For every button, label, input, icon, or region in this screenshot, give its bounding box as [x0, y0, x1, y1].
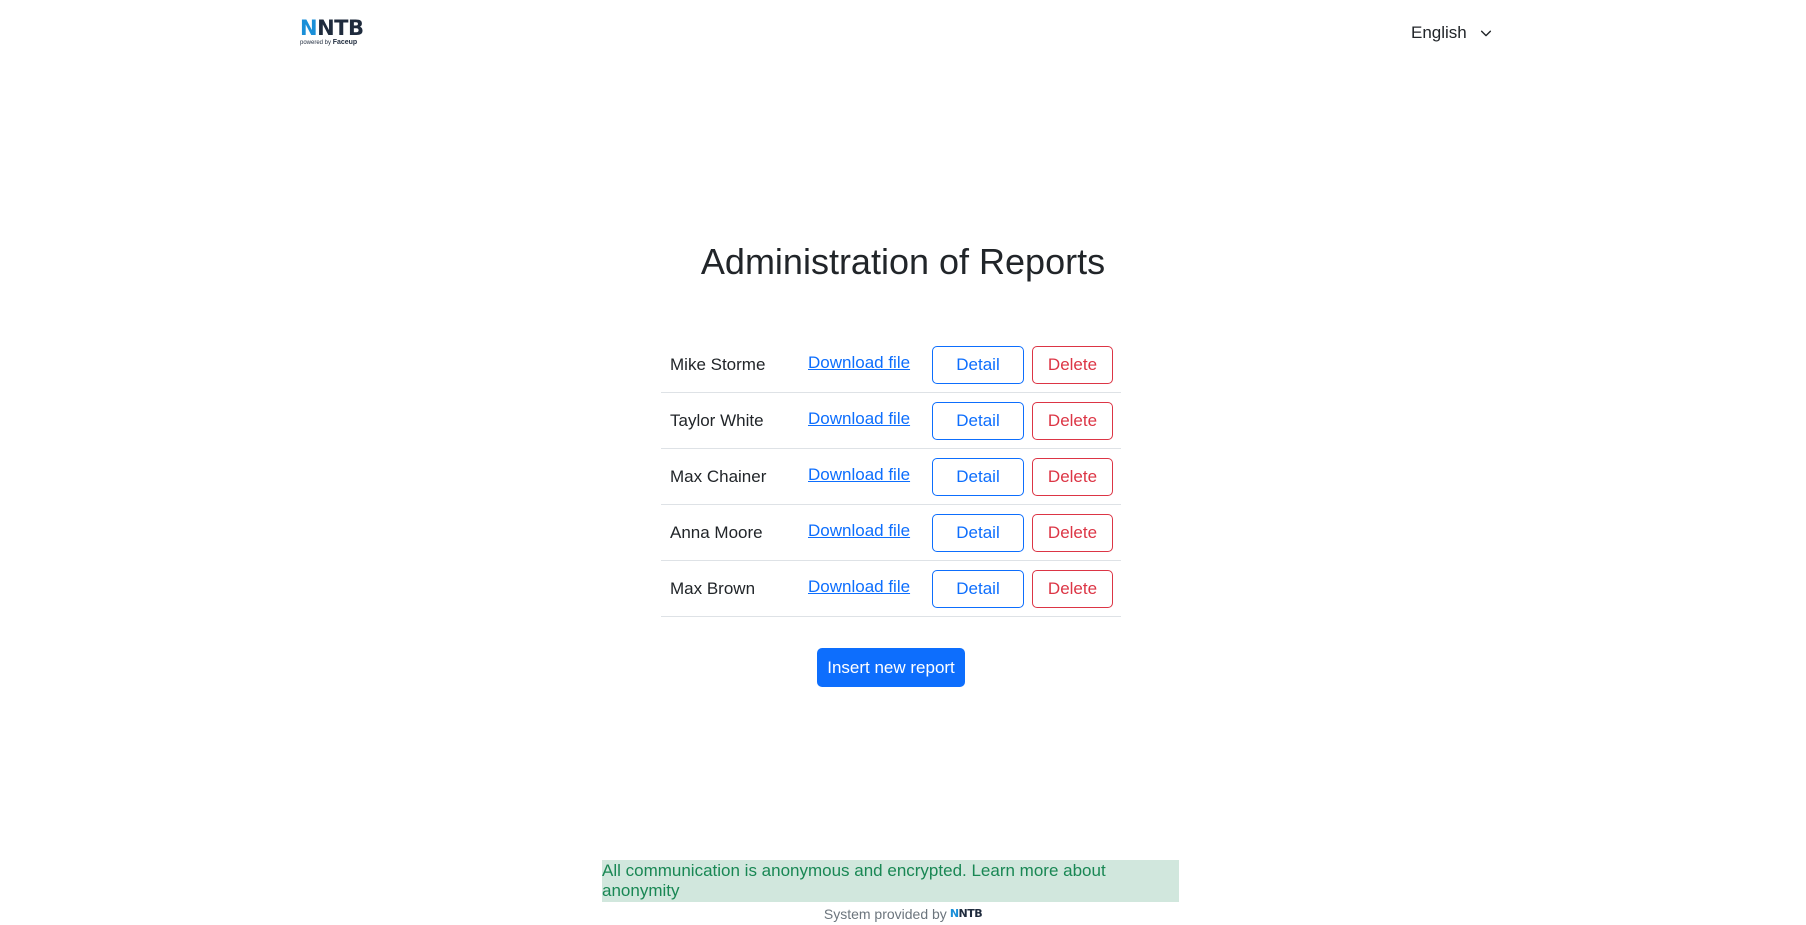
footer-logo: NNTB — [949, 907, 983, 920]
detail-button[interactable]: Detail — [932, 401, 1024, 440]
page-title: Administration of Reports — [700, 241, 1106, 282]
download-file-link[interactable]: Download file — [799, 521, 928, 541]
chevron-down-icon — [1480, 30, 1491, 37]
language-select[interactable]: English — [1411, 20, 1493, 46]
table-row: Taylor White Download file Detail Delete — [661, 393, 1121, 449]
brand-logo[interactable]: NNTB powered by Faceup — [300, 17, 366, 49]
delete-button[interactable]: Delete — [1032, 345, 1113, 384]
reports-table: Mike Storme Download file Detail Delete … — [661, 337, 1121, 617]
language-label: English — [1411, 23, 1467, 42]
report-name: Anna Moore — [670, 522, 763, 542]
anonymity-notice-text: All communication is anonymous and encry… — [602, 861, 1106, 900]
download-file-link[interactable]: Download file — [799, 577, 928, 597]
delete-button[interactable]: Delete — [1032, 513, 1113, 552]
report-name: Taylor White — [670, 410, 764, 430]
logo-tagline: powered by Faceup — [300, 39, 358, 46]
provided-by: System provided by NNTB — [0, 906, 1806, 922]
report-name: Mike Storme — [670, 354, 766, 374]
delete-button[interactable]: Delete — [1032, 569, 1113, 608]
table-row: Mike Storme Download file Detail Delete — [661, 337, 1121, 393]
download-file-link[interactable]: Download file — [799, 353, 928, 373]
provided-by-text: System provided by — [823, 906, 947, 922]
table-row: Max Brown Download file Detail Delete — [661, 561, 1121, 617]
table-row: Anna Moore Download file Detail Delete — [661, 505, 1121, 561]
table-row: Max Chainer Download file Detail Delete — [661, 449, 1121, 505]
insert-new-report-button[interactable]: Insert new report — [817, 648, 965, 687]
download-file-link[interactable]: Download file — [799, 465, 928, 485]
report-name: Max Brown — [670, 578, 756, 598]
detail-button[interactable]: Detail — [932, 513, 1024, 552]
detail-button[interactable]: Detail — [932, 345, 1024, 384]
detail-button[interactable]: Detail — [932, 457, 1024, 496]
delete-button[interactable]: Delete — [1032, 401, 1113, 440]
detail-button[interactable]: Detail — [932, 569, 1024, 608]
anonymity-notice[interactable]: All communication is anonymous and encry… — [602, 860, 1179, 902]
report-name: Max Chainer — [670, 466, 767, 486]
delete-button[interactable]: Delete — [1032, 457, 1113, 496]
logo-wordmark: NNTB — [300, 16, 364, 40]
download-file-link[interactable]: Download file — [799, 409, 928, 429]
